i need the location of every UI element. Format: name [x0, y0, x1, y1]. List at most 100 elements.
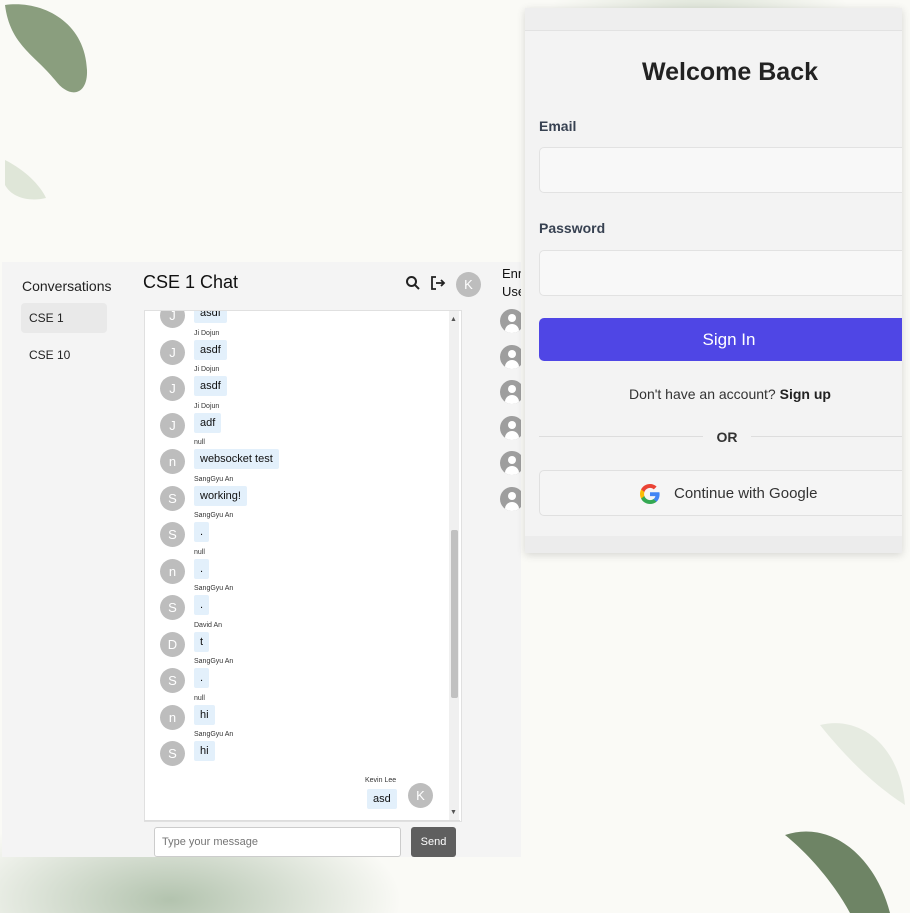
chat-window: Conversations CSE 1 CSE 10 CSE 1 Chat K …	[2, 262, 521, 857]
message-sender: SangGyu An	[194, 585, 234, 592]
divider	[144, 820, 460, 821]
user-avatar[interactable]: K	[456, 272, 481, 297]
message-sender: David An	[194, 621, 223, 629]
scrollbar-thumb[interactable]	[451, 530, 458, 699]
own-message: Kevin Lee asd K	[145, 777, 445, 813]
send-button[interactable]: Send	[411, 827, 456, 857]
message-bubble: asdf	[194, 339, 227, 360]
message-bubble: working!	[194, 485, 247, 506]
message-row: n null.	[145, 549, 445, 585]
message-input[interactable]	[154, 827, 401, 857]
message-sender: SangGyu An	[194, 731, 234, 738]
conversation-item-cse-1[interactable]: CSE 1	[21, 303, 107, 333]
message-bubble: .	[194, 595, 210, 615]
google-icon	[640, 484, 660, 504]
message-row: D David An t	[145, 622, 445, 658]
search-icon[interactable]	[404, 274, 422, 292]
message-sender: null	[194, 548, 205, 556]
message-avatar: S	[160, 522, 185, 547]
conversation-item-cse-10[interactable]: CSE 10	[21, 340, 107, 370]
login-top-bar	[525, 8, 902, 31]
message-sender: Ji Dojun	[194, 402, 220, 410]
user-profile-icon[interactable]	[500, 344, 521, 369]
message-sender: Kevin Lee	[365, 777, 397, 784]
message-row: S SangGyu An.	[145, 585, 445, 621]
message-avatar: J	[160, 376, 185, 401]
message-bubble: .	[194, 558, 210, 579]
user-profile-icon[interactable]	[500, 309, 521, 333]
message-avatar: S	[160, 668, 185, 693]
chat-title: CSE 1 Chat	[143, 272, 239, 292]
password-field[interactable]	[539, 250, 902, 296]
signup-prompt-text: Don't have an account?	[629, 386, 776, 402]
message-bubble: .	[194, 522, 210, 542]
scroll-up-arrow[interactable]: ▲	[450, 316, 457, 323]
user-profile-icon[interactable]	[500, 451, 521, 475]
email-label: Email	[539, 118, 577, 134]
google-signin-label: Continue with Google	[674, 485, 818, 502]
message-avatar: n	[160, 704, 185, 730]
user-profile-icon[interactable]	[500, 415, 521, 440]
message-bubble: hi	[194, 704, 215, 725]
message-row: n null websocket test	[145, 439, 445, 475]
login-bottom-bar	[525, 536, 902, 553]
message-sender: SangGyu An	[194, 658, 234, 665]
signup-prompt: Don't have an account? Sign up	[525, 386, 902, 402]
message-sender: SangGyu An	[194, 512, 234, 519]
message-avatar: n	[160, 449, 185, 474]
chat-main: CSE 1 Chat K Jasdf J Ji Dojun asdf J Ji Dojun…	[126, 262, 490, 857]
login-card: Welcome Back Email Password Sign In Don'…	[525, 8, 902, 553]
sign-up-link[interactable]: Sign up	[780, 386, 831, 402]
message-bubble: websocket test	[194, 449, 279, 469]
sidebar-title: Conversations	[22, 278, 112, 294]
conversations-sidebar: Conversations CSE 1 CSE 10	[2, 262, 126, 857]
message-bubble: asdf	[194, 311, 227, 323]
message-row: J Ji Dojun asdf	[145, 366, 445, 402]
logout-icon[interactable]	[429, 274, 447, 292]
password-label: Password	[539, 220, 606, 236]
divider-right	[751, 436, 902, 437]
message-avatar: K	[408, 783, 433, 808]
message-row: J Ji Dojun asdf	[145, 330, 445, 366]
message-avatar: J	[160, 311, 185, 328]
sign-in-button[interactable]: Sign In	[539, 318, 902, 361]
message-bubble: .	[194, 668, 210, 688]
message-avatar: J	[160, 412, 185, 438]
leaf-decoration-bottom-right	[785, 723, 905, 913]
message-row: S SangGyu An.	[145, 512, 445, 548]
scroll-down-arrow[interactable]: ▼	[450, 809, 457, 816]
message-list[interactable]: Jasdf J Ji Dojun asdf J Ji Dojun asdf J Ji Dojun…	[144, 310, 462, 822]
message-bubble: asd	[367, 789, 397, 809]
google-signin-button[interactable]: Continue with Google	[539, 470, 902, 516]
message-sender: Ji Dojun	[194, 366, 220, 373]
leaf-decoration-top-left	[5, 4, 88, 200]
message-sender: Ji Dojun	[194, 329, 220, 337]
message-sender: null	[194, 439, 205, 446]
message-sender: null	[194, 694, 205, 702]
email-field[interactable]	[539, 147, 902, 193]
message-row: S SangGyu An working!	[145, 476, 445, 512]
message-row: n null hi	[145, 695, 445, 731]
message-bubble: asdf	[194, 376, 227, 396]
enrolled-users-title: Enr Use	[502, 266, 521, 299]
message-bubble: adf	[194, 412, 222, 433]
login-title: Welcome Back	[641, 58, 818, 86]
message-bubble: hi	[194, 741, 215, 761]
message-bubble: t	[194, 631, 210, 652]
or-separator: OR	[716, 429, 738, 445]
enrolled-users-panel: Enr Use	[490, 262, 521, 857]
message-avatar: n	[160, 558, 185, 584]
message-row: S SangGyu An.	[145, 658, 445, 694]
message-avatar: S	[160, 595, 185, 620]
message-row: Jasdf	[145, 311, 445, 329]
user-profile-icon[interactable]	[500, 380, 521, 404]
divider-left	[539, 436, 703, 437]
user-profile-icon[interactable]	[500, 486, 521, 511]
message-avatar: J	[160, 339, 185, 365]
message-avatar: D	[160, 631, 185, 657]
message-row: S SangGyu An hi	[145, 731, 445, 767]
message-row: J Ji Dojun adf	[145, 403, 445, 439]
message-avatar: S	[160, 485, 185, 511]
message-sender: SangGyu An	[194, 475, 234, 483]
message-avatar: S	[160, 741, 185, 766]
